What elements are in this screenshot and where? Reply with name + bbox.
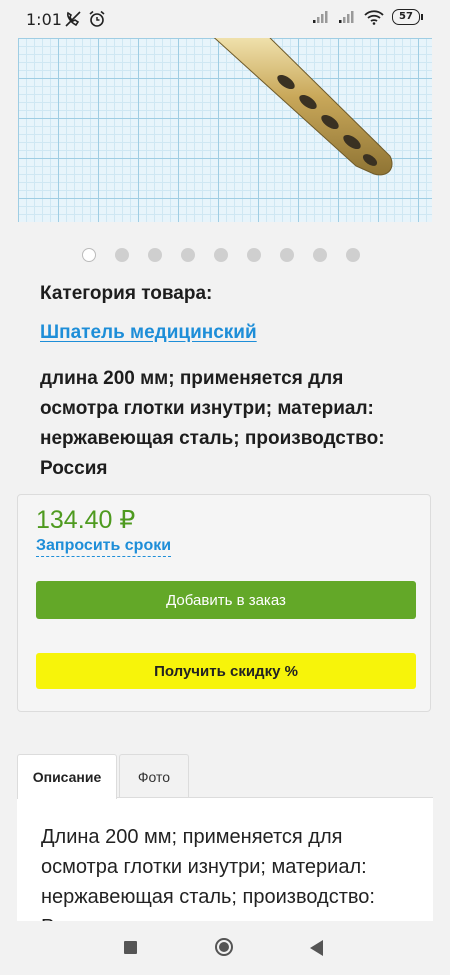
status-time: 1:01 bbox=[26, 10, 62, 29]
price: 134.40 ₽ bbox=[36, 506, 136, 534]
carousel-dot[interactable] bbox=[148, 248, 162, 262]
carousel-dot[interactable] bbox=[346, 248, 360, 262]
signal-icon bbox=[339, 11, 354, 23]
request-terms-link[interactable]: Запросить сроки bbox=[36, 537, 172, 557]
price-box: 134.40 ₽ Запросить сроки Добавить в зака… bbox=[17, 494, 431, 712]
category-link[interactable]: Шпатель медицинский bbox=[40, 322, 257, 344]
battery-icon: 57 bbox=[392, 9, 423, 25]
product-image[interactable] bbox=[18, 38, 432, 222]
no-call-icon bbox=[65, 11, 81, 27]
wifi-icon bbox=[364, 9, 384, 25]
carousel-dot[interactable] bbox=[115, 248, 129, 262]
spatula-image bbox=[213, 38, 393, 176]
carousel-dot[interactable] bbox=[280, 248, 294, 262]
back-icon[interactable] bbox=[310, 940, 323, 956]
signal-icon bbox=[313, 11, 328, 23]
recent-apps-icon[interactable] bbox=[124, 941, 137, 954]
carousel-dot[interactable] bbox=[247, 248, 261, 262]
tab-description[interactable]: Описание bbox=[17, 754, 117, 799]
category-heading: Категория товара: bbox=[40, 283, 213, 304]
navigation-bar bbox=[0, 921, 450, 975]
home-icon[interactable] bbox=[215, 938, 233, 956]
description-text: Длина 200 мм; применяется для осмотра гл… bbox=[41, 826, 375, 927]
carousel-dot[interactable] bbox=[181, 248, 195, 262]
carousel-dot[interactable] bbox=[313, 248, 327, 262]
add-to-order-button[interactable]: Добавить в заказ bbox=[36, 581, 416, 619]
alarm-icon bbox=[89, 10, 105, 27]
carousel-dot[interactable] bbox=[214, 248, 228, 262]
carousel-dot[interactable] bbox=[82, 248, 96, 262]
carousel-dots bbox=[82, 248, 360, 262]
short-description: длина 200 мм; применяется для осмотра гл… bbox=[40, 368, 385, 479]
status-bar: 1:01 57 bbox=[0, 0, 450, 38]
tab-photo[interactable]: Фото bbox=[119, 754, 189, 798]
description-panel: Длина 200 мм; применяется для осмотра гл… bbox=[17, 797, 433, 927]
get-discount-button[interactable]: Получить скидку % bbox=[36, 653, 416, 689]
